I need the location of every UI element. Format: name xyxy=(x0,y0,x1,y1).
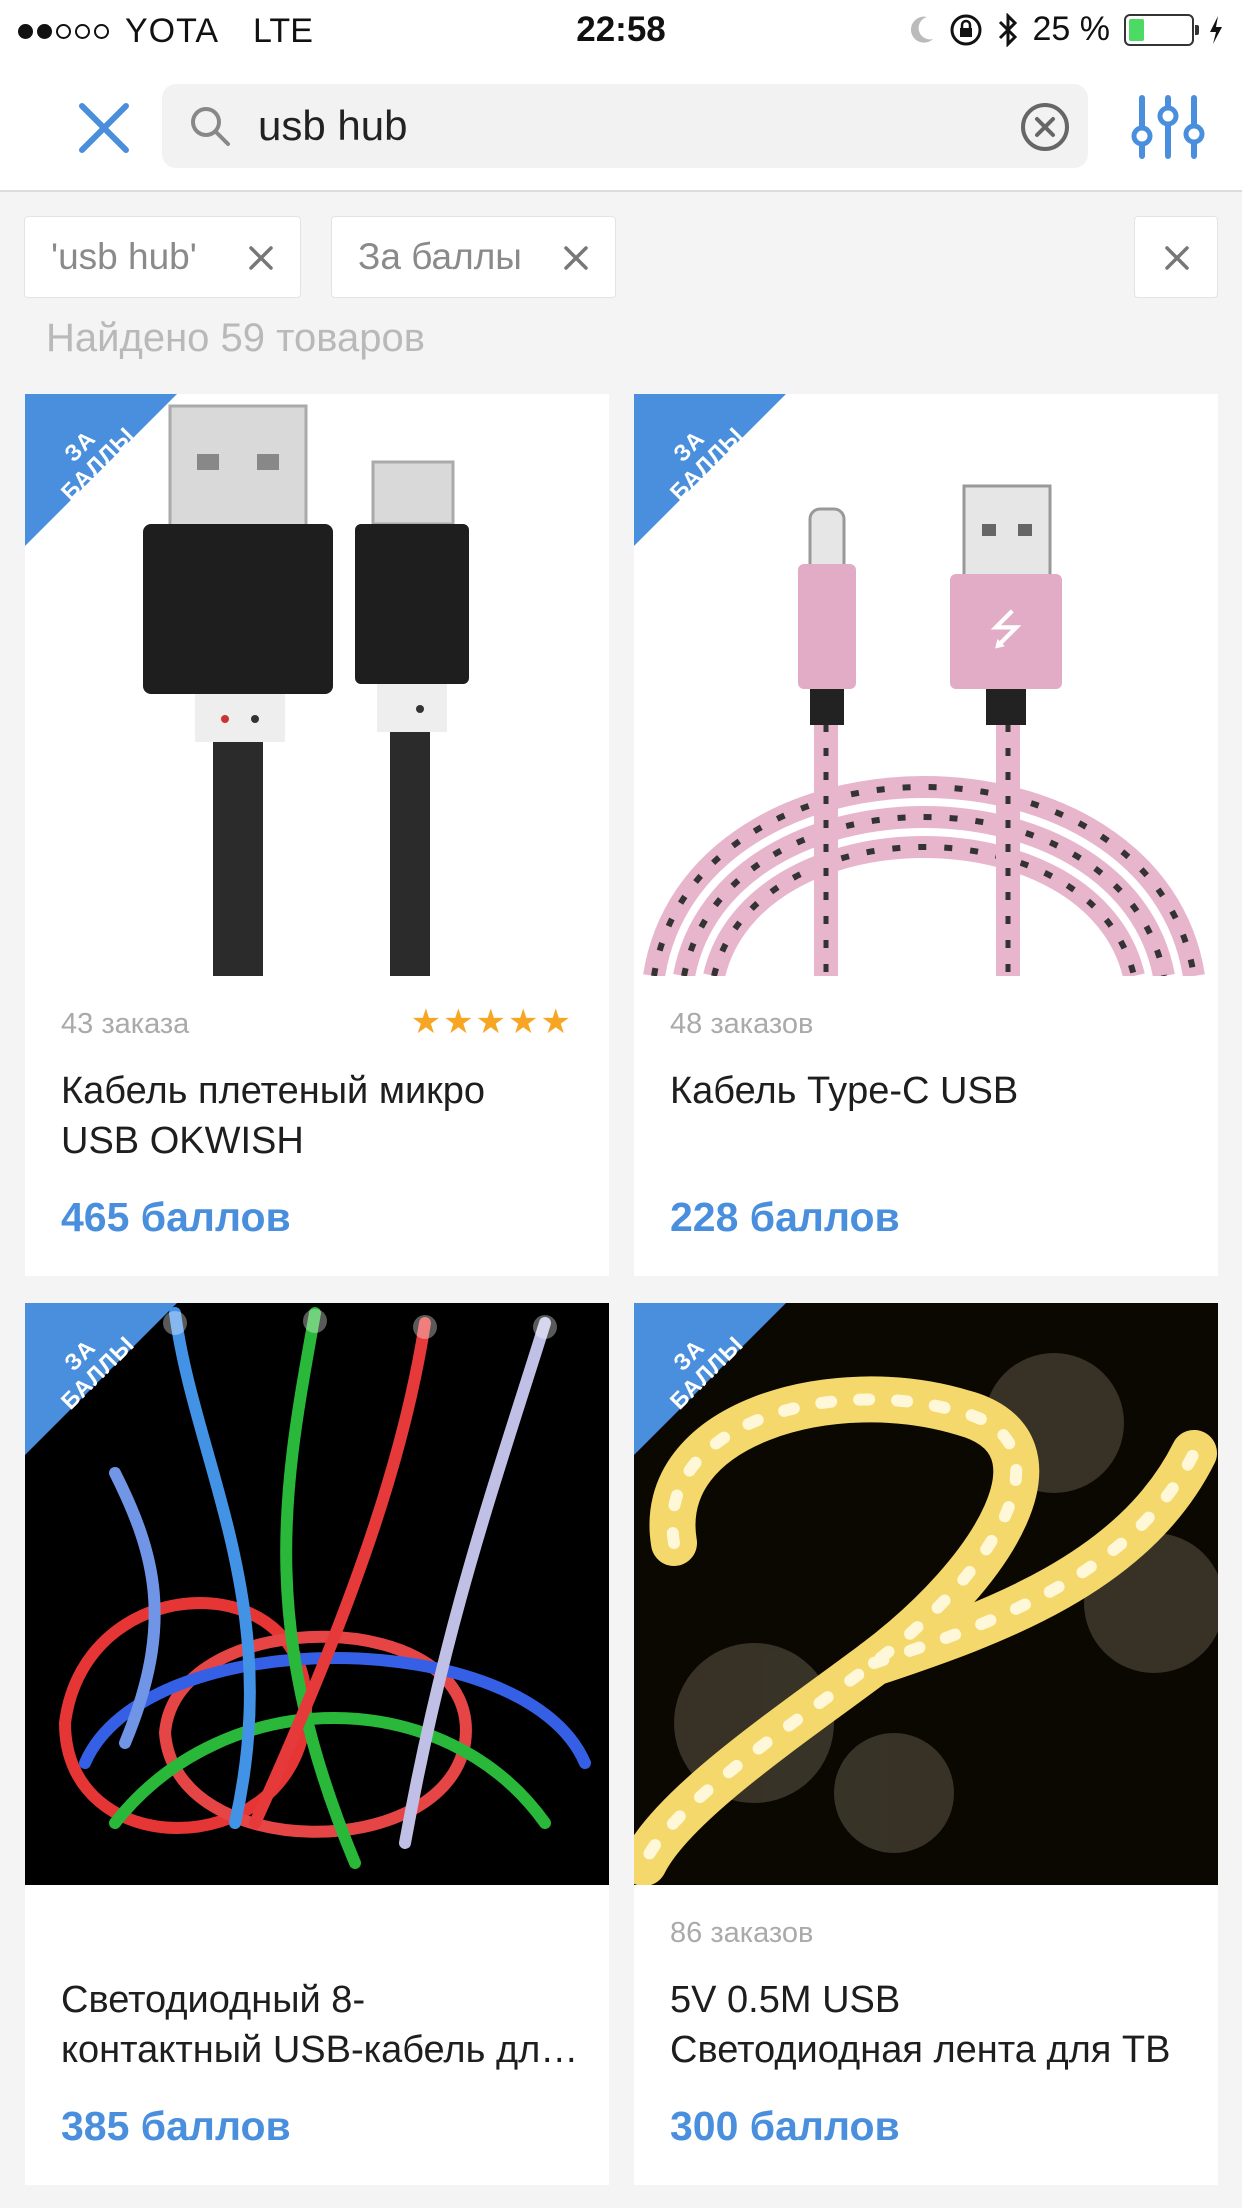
points-badge: ЗА БАЛЛЫ xyxy=(25,394,177,546)
clear-filters-button[interactable] xyxy=(1134,216,1218,298)
clear-search-icon[interactable] xyxy=(1018,100,1072,154)
filter-sliders-icon[interactable] xyxy=(1130,92,1206,162)
points-badge: ЗА БАЛЛЫ xyxy=(634,394,786,546)
search-bar[interactable] xyxy=(162,84,1088,168)
close-icon xyxy=(1165,246,1189,270)
close-icon[interactable] xyxy=(74,98,134,158)
moon-icon xyxy=(910,16,933,43)
orders-count: 43 заказа xyxy=(61,1008,190,1040)
filter-chip-label: За баллы xyxy=(358,236,522,277)
rating-stars: ★★★★★ xyxy=(410,1003,573,1041)
charging-icon xyxy=(1210,15,1222,44)
bluetooth-icon xyxy=(998,12,1017,47)
product-card[interactable]: ЗА БАЛЛЫ 86 заказов 5V 0.5M USB Светодио… xyxy=(634,1303,1218,2185)
search-header xyxy=(0,62,1242,192)
product-price: 300 баллов xyxy=(670,2103,900,2149)
orders-count: 48 заказов xyxy=(670,1008,814,1040)
product-title: Кабель Type-C USB xyxy=(670,1070,1019,1112)
battery-icon xyxy=(1124,13,1199,46)
product-card[interactable]: ЗА БАЛЛЫ 43 заказа ★★★★★ Кабель плетеный… xyxy=(25,394,609,1276)
search-input[interactable] xyxy=(258,94,958,158)
product-price: 228 баллов xyxy=(670,1194,900,1240)
filter-chip-query[interactable]: 'usb hub' xyxy=(24,216,301,298)
battery-percent: 25 % xyxy=(1032,10,1111,48)
filter-chip-label: 'usb hub' xyxy=(51,236,197,277)
svg-text:⭍: ⭍ xyxy=(989,605,1024,654)
product-card[interactable]: ЗА БАЛЛЫ Светодиодный 8- контактный USB-… xyxy=(25,1303,609,2185)
product-card[interactable]: ⭍ ЗА БАЛЛЫ 48 заказов Кабель Type-C USB … xyxy=(634,394,1218,1276)
product-price: 385 баллов xyxy=(61,2103,291,2149)
product-price: 465 баллов xyxy=(61,1194,291,1240)
results-count: Найдено 59 товаров xyxy=(46,316,426,360)
product-title: Светодиодный 8- контактный USB-кабель дл… xyxy=(61,1979,581,2071)
remove-chip-icon[interactable] xyxy=(246,243,276,273)
points-badge: ЗА БАЛЛЫ xyxy=(634,1303,786,1455)
filter-chip-points[interactable]: За баллы xyxy=(331,216,616,298)
orders-count: 86 заказов xyxy=(670,1917,814,1949)
product-title: Кабель плетеный микро USB OKWISH xyxy=(61,1070,486,1162)
product-title: 5V 0.5M USB Светодиодная лента для ТВ xyxy=(670,1979,1171,2071)
points-badge: ЗА БАЛЛЫ xyxy=(25,1303,177,1455)
remove-chip-icon[interactable] xyxy=(561,243,591,273)
rotation-lock-icon xyxy=(950,14,981,45)
status-bar: YOTA LTE 22:58 25 % xyxy=(0,0,1242,62)
search-icon xyxy=(191,107,230,146)
